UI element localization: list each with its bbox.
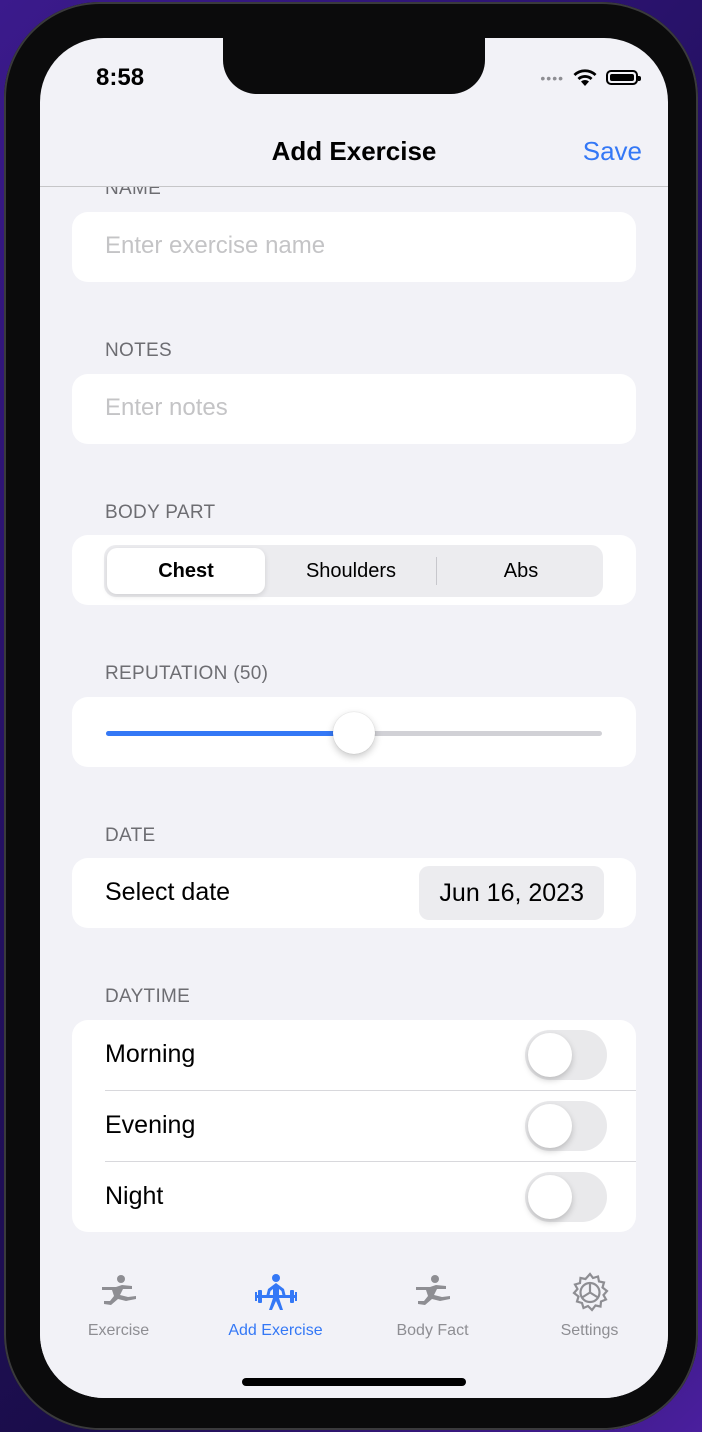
- gear-icon: [572, 1272, 609, 1312]
- date-label: Select date: [105, 878, 231, 906]
- notes-placeholder: Enter notes: [105, 394, 228, 421]
- wifi-icon: [573, 69, 597, 86]
- row-divider: [105, 1161, 636, 1162]
- battery-icon: [606, 70, 641, 85]
- reputation-slider-fill: [106, 731, 354, 736]
- section-header-name: NAME: [105, 186, 162, 199]
- date-picker-button[interactable]: Jun 16, 2023: [419, 866, 604, 920]
- row-divider: [105, 1090, 636, 1091]
- tab-label-add-exercise: Add Exercise: [228, 1322, 323, 1339]
- name-field[interactable]: Enter exercise name: [72, 212, 636, 282]
- daytime-label-night: Night: [105, 1182, 164, 1210]
- exercise-icon: [416, 1275, 450, 1305]
- notes-field[interactable]: Enter notes: [72, 374, 636, 444]
- navigation-bar: Add Exercise Save: [40, 128, 668, 187]
- section-header-notes: NOTES: [105, 340, 172, 361]
- daytime-label-evening: Evening: [105, 1111, 196, 1139]
- segment-chest[interactable]: Chest: [107, 548, 265, 594]
- form-content[interactable]: NAME Enter exercise name NOTES Enter not…: [40, 186, 668, 1276]
- section-header-daytime: DAYTIME: [105, 986, 191, 1007]
- tab-label-settings: Settings: [560, 1322, 619, 1339]
- status-icons: ••••: [540, 68, 641, 87]
- tab-label-body-fact: Body Fact: [396, 1322, 469, 1339]
- tab-body-fact[interactable]: Body Fact: [354, 1270, 511, 1350]
- reputation-card: [72, 697, 636, 767]
- reputation-slider-thumb[interactable]: [333, 712, 375, 754]
- tab-add-exercise[interactable]: Add Exercise: [197, 1270, 354, 1350]
- body-part-card: Chest Shoulders Abs: [72, 535, 636, 605]
- section-header-reputation: REPUTATION (50): [105, 663, 269, 684]
- date-row: Select date Jun 16, 2023: [72, 858, 636, 928]
- home-indicator: [242, 1378, 466, 1386]
- signal-icon: ••••: [540, 69, 564, 86]
- page-title: Add Exercise: [271, 136, 437, 166]
- segment-divider: [436, 557, 437, 585]
- toggle-knob: [528, 1033, 572, 1077]
- toggle-knob: [528, 1175, 572, 1219]
- morning-toggle[interactable]: [525, 1030, 607, 1080]
- evening-toggle[interactable]: [525, 1101, 607, 1151]
- status-time: 8:58: [96, 64, 145, 91]
- body-part-segmented-control: Chest Shoulders Abs: [104, 545, 603, 597]
- section-header-date: DATE: [105, 825, 156, 846]
- reputation-slider-track[interactable]: [106, 712, 602, 754]
- tab-exercise[interactable]: Exercise: [40, 1270, 197, 1350]
- device-frame: 8:58 •••• Add Exercise Save NAME Enter e…: [4, 2, 698, 1430]
- night-toggle[interactable]: [525, 1172, 607, 1222]
- save-button[interactable]: Save: [583, 136, 642, 167]
- exercise-icon: [102, 1275, 136, 1305]
- weightlifter-icon: [255, 1274, 297, 1310]
- screen: 8:58 •••• Add Exercise Save NAME Enter e…: [40, 38, 668, 1398]
- tab-settings[interactable]: Settings: [511, 1270, 668, 1350]
- name-placeholder: Enter exercise name: [105, 232, 326, 259]
- segment-shoulders[interactable]: Shoulders: [272, 548, 430, 594]
- notch: [223, 38, 485, 94]
- tab-label-exercise: Exercise: [87, 1322, 150, 1339]
- segment-abs[interactable]: Abs: [442, 548, 600, 594]
- daytime-card: Morning Evening Night: [72, 1020, 636, 1232]
- toggle-knob: [528, 1104, 572, 1148]
- daytime-label-morning: Morning: [105, 1040, 196, 1068]
- section-header-body-part: BODY PART: [105, 502, 216, 523]
